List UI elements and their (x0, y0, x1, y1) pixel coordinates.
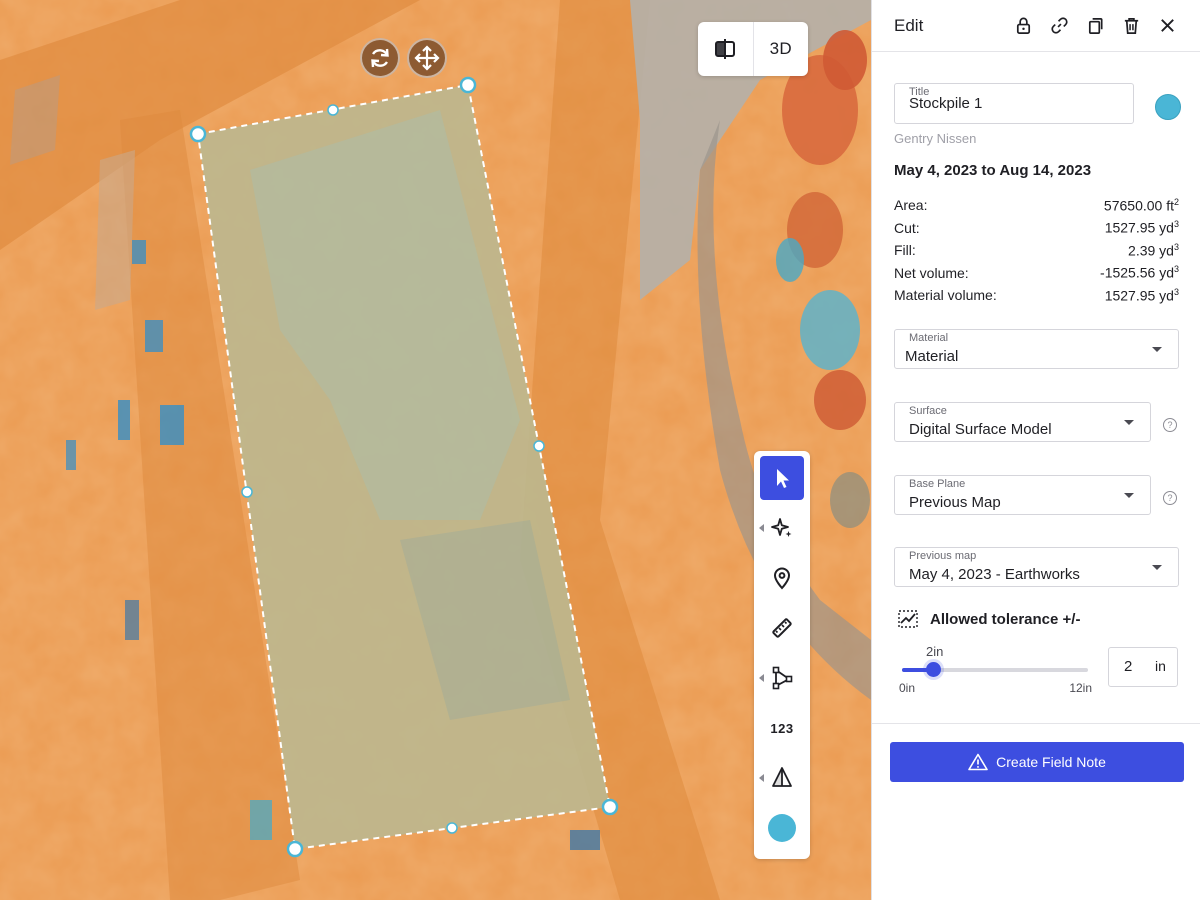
tolerance-input-unit: in (1155, 658, 1166, 674)
slider-min-label: 0in (899, 681, 916, 695)
stat-value: -1525.56 yd3 (1100, 264, 1179, 282)
link-icon (1050, 17, 1068, 34)
warning-triangle-icon (968, 753, 988, 771)
slider-max-label: 12in (1069, 681, 1092, 695)
divider (872, 723, 1200, 724)
stat-label: Cut: (894, 219, 920, 236)
stat-value: 2.39 yd3 (1128, 241, 1179, 259)
chevron-down-icon (1152, 565, 1162, 570)
slider-value-label: 2in (926, 644, 944, 659)
rotate-icon (371, 48, 389, 68)
stat-value: 57650.00 ft2 (1103, 196, 1179, 214)
map-pin-icon (773, 567, 791, 590)
close-button[interactable] (1156, 15, 1178, 37)
create-field-note-label: Create Field Note (996, 754, 1106, 770)
stat-value: 1527.95 yd3 (1104, 286, 1179, 304)
tolerance-label: Allowed tolerance +/- (930, 610, 1081, 628)
map-toolbar: 123 (754, 451, 810, 859)
stat-row-net-volume: Net volume: -1525.56 yd3 (894, 262, 1179, 285)
delete-button[interactable] (1120, 15, 1142, 37)
duplicate-button[interactable] (1084, 15, 1106, 37)
cursor-icon (777, 469, 789, 488)
stat-row-material-volume: Material volume: 1527.95 yd3 (894, 284, 1179, 307)
tolerance-slider[interactable]: 2in 0in 12in (899, 641, 1092, 699)
tolerance-header: Allowed tolerance +/- (898, 610, 1080, 628)
stat-label: Material volume: (894, 287, 997, 304)
ruler-icon (772, 618, 792, 638)
title-field-value: Stockpile 1 (909, 95, 983, 112)
annotation-color-picker[interactable] (1155, 94, 1181, 120)
panel-header: Edit (872, 0, 1200, 52)
vertex-path-icon (772, 666, 793, 690)
map-canvas[interactable]: 3D 123 (0, 0, 871, 900)
stats-list: Area: 57650.00 ft2 Cut: 1527.95 yd3 Fill… (894, 194, 1179, 307)
view-toggle: 3D (698, 22, 808, 76)
surface-select[interactable]: Surface Digital Surface Model (894, 402, 1151, 442)
number-tool[interactable]: 123 (760, 706, 804, 750)
stat-label: Area: (894, 197, 928, 214)
tolerance-input[interactable]: 2 in (1108, 647, 1178, 687)
previous-map-select[interactable]: Previous map May 4, 2023 - Earthworks (894, 547, 1179, 587)
select-tool[interactable] (760, 456, 804, 500)
title-field[interactable]: Title Stockpile 1 (894, 83, 1134, 124)
trash-icon (1124, 17, 1138, 34)
plane-triangle-icon (772, 767, 792, 787)
base-plane-help-icon[interactable]: ? (1163, 491, 1177, 505)
aerial-map-imagery (0, 0, 871, 900)
measure-tool[interactable] (760, 606, 804, 650)
3d-view-button[interactable]: 3D (752, 22, 809, 76)
move-button[interactable] (407, 38, 447, 78)
split-view-icon (715, 39, 736, 59)
plane-tool[interactable] (759, 756, 804, 800)
edit-panel: Edit Title Stockpile 1 Gentry Nissen May… (871, 0, 1200, 900)
stat-row-fill: Fill: 2.39 yd3 (894, 239, 1179, 262)
ai-detect-tool[interactable] (759, 506, 804, 550)
rotate-button[interactable] (360, 38, 400, 78)
stat-label: Fill: (894, 242, 916, 259)
chevron-down-icon (1124, 420, 1134, 425)
slider-thumb[interactable] (926, 662, 941, 677)
color-swatch (768, 814, 796, 842)
material-select[interactable]: Material Material (894, 329, 1179, 369)
duplicate-icon (1088, 17, 1103, 34)
number-tool-label: 123 (770, 720, 794, 736)
chevron-down-icon (1124, 493, 1134, 498)
chevron-down-icon (1152, 347, 1162, 352)
close-icon (1160, 19, 1174, 32)
surface-select-value: Digital Surface Model (909, 421, 1052, 438)
panel-title: Edit (894, 15, 924, 35)
link-button[interactable] (1048, 15, 1070, 37)
previous-map-select-label: Previous map (909, 550, 977, 562)
3d-view-label: 3D (769, 39, 792, 58)
surface-help-icon[interactable]: ? (1163, 418, 1177, 432)
lock-icon (1016, 17, 1030, 34)
stat-row-cut: Cut: 1527.95 yd3 (894, 217, 1179, 240)
lock-button[interactable] (1012, 15, 1034, 37)
polyline-tool[interactable] (759, 656, 804, 700)
color-tool[interactable] (760, 806, 804, 850)
base-plane-select-label: Base Plane (909, 478, 966, 490)
sparkles-icon (771, 518, 792, 537)
previous-map-select-value: May 4, 2023 - Earthworks (909, 566, 1080, 583)
material-select-label: Material (909, 332, 949, 344)
create-field-note-button[interactable]: Create Field Note (890, 742, 1184, 782)
split-view-button[interactable] (698, 22, 753, 76)
tolerance-input-value: 2 (1124, 658, 1133, 675)
move-arrows-icon (414, 45, 440, 71)
base-plane-select-value: Previous Map (909, 494, 1001, 511)
tolerance-chart-icon (898, 610, 918, 628)
author-name: Gentry Nissen (894, 131, 977, 146)
stat-row-area: Area: 57650.00 ft2 (894, 194, 1179, 217)
date-range: May 4, 2023 to Aug 14, 2023 (894, 162, 1092, 179)
surface-select-label: Surface (909, 405, 947, 417)
stat-value: 1527.95 yd3 (1104, 219, 1179, 237)
base-plane-select[interactable]: Base Plane Previous Map (894, 475, 1151, 515)
stat-label: Net volume: (894, 264, 969, 281)
material-select-value: Material (905, 348, 959, 365)
pin-tool[interactable] (760, 556, 804, 600)
